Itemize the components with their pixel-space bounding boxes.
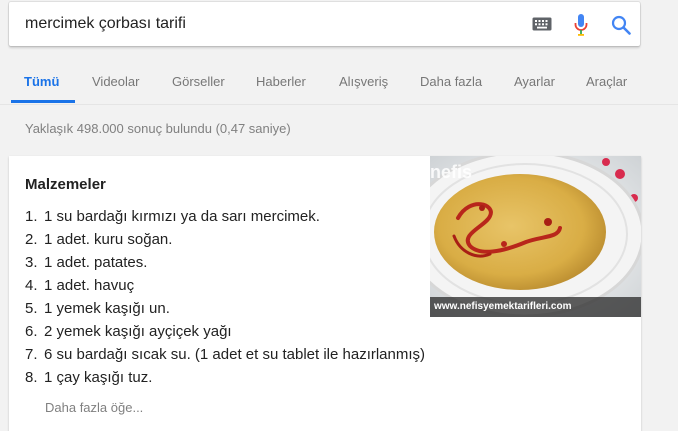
ingredient-list: 1. 1 su bardağı kırmızı ya da sarı mercim… <box>25 205 425 389</box>
item-text: 1 yemek kaşığı un. <box>44 300 170 317</box>
tab-videos[interactable]: Videolar <box>92 74 139 89</box>
keyboard-icon[interactable] <box>532 17 552 31</box>
recipe-image[interactable]: nefis www.nefisyemektarifleri.com <box>430 156 641 317</box>
search-input[interactable]: mercimek çorbası tarifi <box>25 15 186 33</box>
item-number: 4. <box>25 277 38 294</box>
tab-settings[interactable]: Ayarlar <box>514 74 555 89</box>
list-item: 6. 2 yemek kaşığı ayçiçek yağı <box>25 320 425 343</box>
item-number: 2. <box>25 231 38 248</box>
search-tabs: Tümü Videolar Görseller Haberler Alışver… <box>0 52 678 104</box>
item-text: 1 adet. kuru soğan. <box>44 231 173 248</box>
photo-caption: www.nefisyemektarifleri.com <box>430 297 641 317</box>
tabs-divider <box>0 104 678 105</box>
result-stats: Yaklaşık 498.000 sonuç bulundu (0,47 san… <box>25 121 291 136</box>
list-item: 5. 1 yemek kaşığı un. <box>25 297 425 320</box>
photo-watermark: nefis <box>430 162 473 182</box>
list-item: 7. 6 su bardağı sıcak su. (1 adet et su t… <box>25 343 425 366</box>
item-number: 5. <box>25 300 38 317</box>
list-item: 4. 1 adet. havuç <box>25 274 425 297</box>
recipe-card: Malzemeler 1. 1 su bardağı kırmızı ya da … <box>9 156 641 431</box>
item-text: 6 su bardağı sıcak su. (1 adet et su tab… <box>44 346 426 363</box>
tab-news[interactable]: Haberler <box>256 74 306 89</box>
tab-more[interactable]: Daha fazla <box>420 74 482 89</box>
item-number: 3. <box>25 254 38 271</box>
card-title: Malzemeler <box>25 176 106 193</box>
list-item: 3. 1 adet. patates. <box>25 251 425 274</box>
item-number: 8. <box>25 369 38 386</box>
tab-tools[interactable]: Araçlar <box>586 74 627 89</box>
item-text: 2 yemek kaşığı ayçiçek yağı <box>44 323 232 340</box>
tab-shopping[interactable]: Alışveriş <box>339 74 388 89</box>
list-item: 1. 1 su bardağı kırmızı ya da sarı mercim… <box>25 205 425 228</box>
item-number: 7. <box>25 346 38 363</box>
list-item: 8. 1 çay kaşığı tuz. <box>25 366 425 389</box>
search-icon[interactable] <box>611 15 631 35</box>
item-number: 1. <box>25 208 38 225</box>
microphone-icon[interactable] <box>573 13 589 37</box>
item-text: 1 adet. havuç <box>44 277 135 294</box>
item-text: 1 çay kaşığı tuz. <box>44 369 153 386</box>
more-items-link[interactable]: Daha fazla öğe... <box>45 400 143 415</box>
tab-images[interactable]: Görseller <box>172 74 225 89</box>
item-text: 1 su bardağı kırmızı ya da sarı mercimek… <box>44 208 320 225</box>
list-item: 2. 1 adet. kuru soğan. <box>25 228 425 251</box>
search-box[interactable]: mercimek çorbası tarifi <box>9 2 640 46</box>
tab-all[interactable]: Tümü <box>24 74 59 89</box>
item-text: 1 adet. patates. <box>44 254 148 271</box>
active-tab-indicator <box>11 100 75 103</box>
item-number: 6. <box>25 323 38 340</box>
